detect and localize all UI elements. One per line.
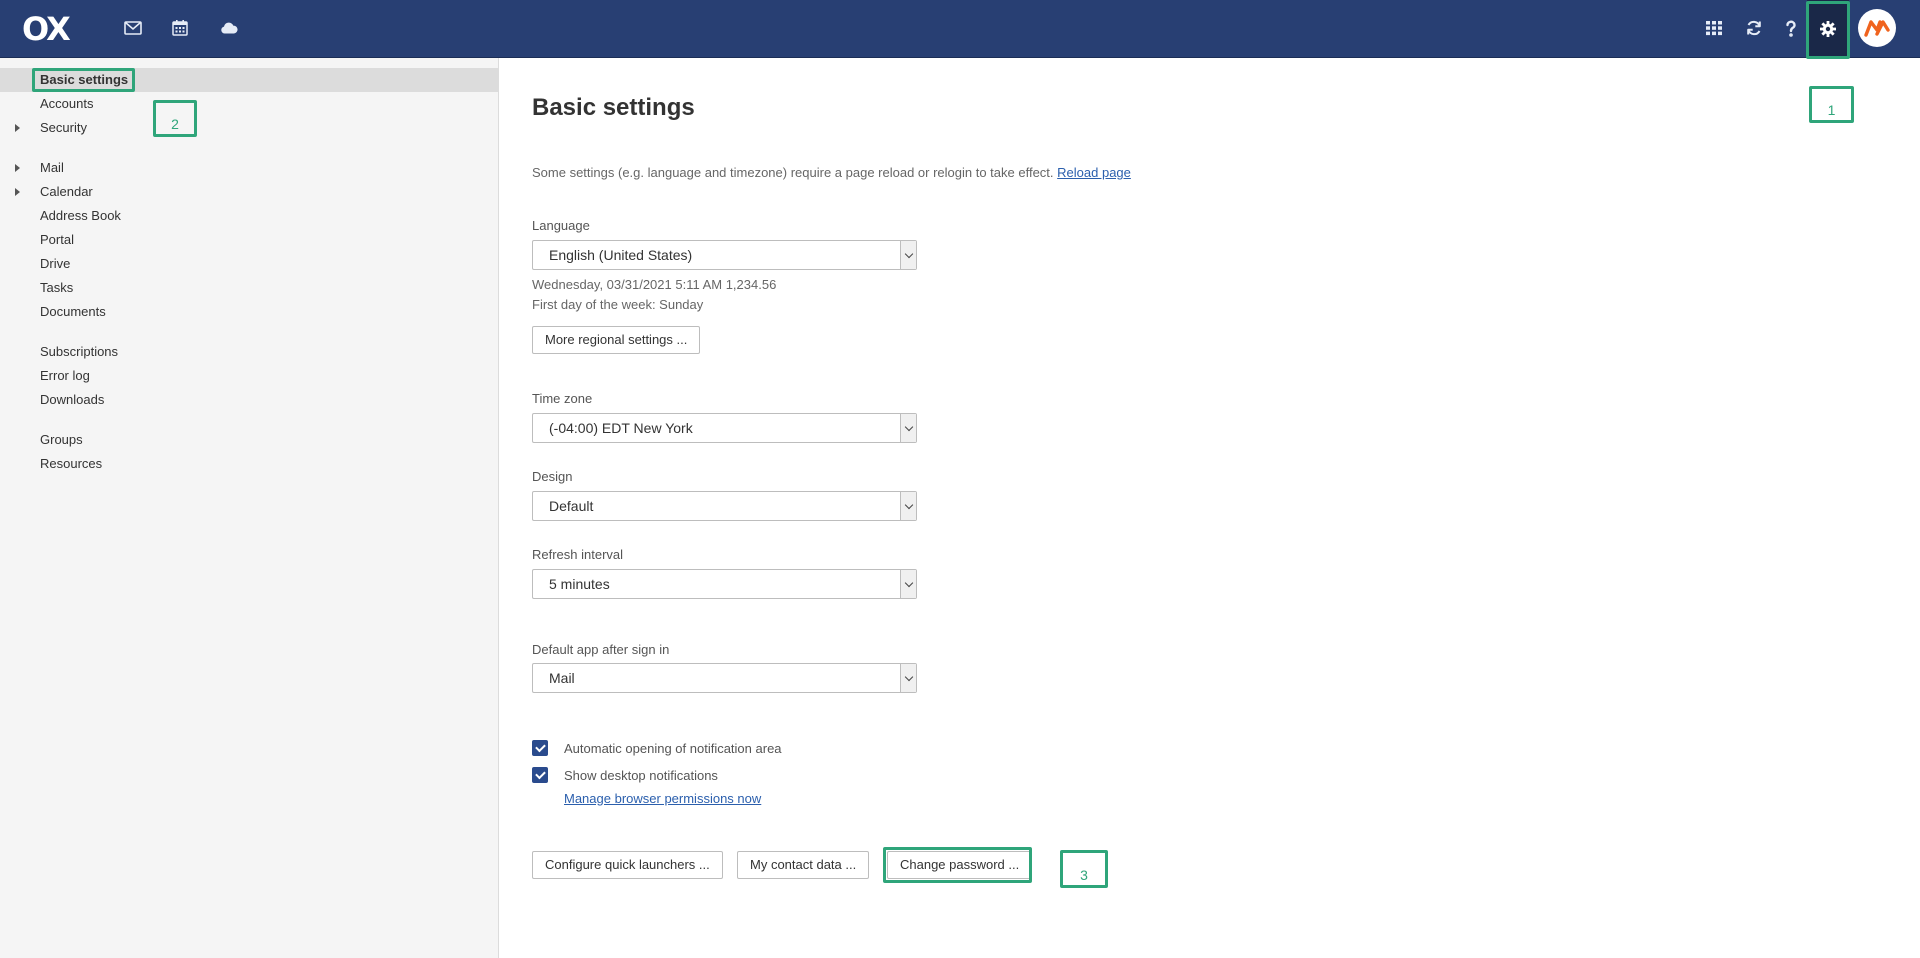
sidebar-item-label: Documents	[40, 304, 106, 319]
language-select[interactable]: English (United States)	[532, 240, 917, 270]
sidebar-item-label: Accounts	[40, 96, 94, 111]
annotation-label-3: 3	[1060, 850, 1108, 888]
design-select-value: Default	[549, 498, 594, 514]
chevron-down-icon	[900, 241, 916, 269]
top-bar: OX	[0, 0, 1920, 58]
design-select[interactable]: Default	[532, 491, 917, 521]
expand-caret-icon[interactable]	[15, 188, 20, 196]
default-app-select-value: Mail	[549, 670, 575, 686]
sidebar-item-label: Groups	[40, 432, 83, 447]
sidebar-item-label: Subscriptions	[40, 344, 119, 359]
cloud-icon[interactable]	[215, 14, 243, 42]
auto-open-notifications-row[interactable]: Automatic opening of notification area	[532, 738, 782, 758]
my-contact-data-button[interactable]: My contact data ...	[737, 851, 870, 879]
apps-grid-icon[interactable]	[1700, 14, 1728, 42]
sidebar-item-label: Drive	[40, 256, 71, 271]
sidebar-item-mail[interactable]: Mail	[0, 156, 499, 180]
week-start-info: First day of the week: Sunday	[532, 297, 704, 312]
sidebar-item-calendar[interactable]: Calendar	[0, 180, 499, 204]
brand-logo-icon	[1864, 20, 1890, 37]
help-icon[interactable]	[1777, 14, 1805, 42]
sidebar-item-portal[interactable]: Portal	[0, 228, 499, 252]
sidebar-item-label: Address Book	[40, 208, 121, 223]
refresh-interval-select[interactable]: 5 minutes	[532, 569, 917, 599]
sidebar-item-label: Calendar	[40, 184, 93, 199]
language-select-value: English (United States)	[549, 247, 693, 263]
checkbox-label: Show desktop notifications	[564, 767, 718, 783]
annotation-box-basic-settings	[32, 68, 135, 92]
mail-icon[interactable]	[119, 14, 147, 42]
sidebar-item-subscriptions[interactable]: Subscriptions	[0, 340, 499, 364]
chevron-down-icon	[900, 570, 916, 598]
sidebar-item-label: Error log	[40, 368, 90, 383]
calendar-icon[interactable]	[166, 14, 194, 42]
default-app-label: Default app after sign in	[532, 642, 670, 657]
refresh-icon[interactable]	[1740, 14, 1768, 42]
chevron-down-icon	[900, 414, 916, 442]
sidebar-item-drive[interactable]: Drive	[0, 252, 499, 276]
desktop-notifications-row[interactable]: Show desktop notifications	[532, 765, 718, 785]
sidebar-item-accounts[interactable]: Accounts	[0, 92, 499, 116]
checkbox-label: Automatic opening of notification area	[564, 740, 782, 756]
reload-hint: Some settings (e.g. language and timezon…	[532, 165, 1131, 180]
language-label: Language	[532, 218, 590, 233]
timezone-select-value: (-04:00) EDT New York	[549, 420, 693, 436]
annotation-label-1: 1	[1809, 86, 1854, 123]
expand-caret-icon[interactable]	[15, 164, 20, 172]
timezone-label: Time zone	[532, 391, 593, 406]
sidebar-item-label: Resources	[40, 456, 103, 471]
manage-browser-permissions-link[interactable]: Manage browser permissions now	[564, 791, 761, 806]
sidebar-item-error-log[interactable]: Error log	[0, 364, 499, 388]
ox-logo[interactable]: OX	[22, 12, 71, 46]
sidebar-item-label: Downloads	[40, 392, 105, 407]
refresh-interval-select-value: 5 minutes	[549, 576, 610, 592]
settings-sidebar: Basic settings Accounts Security Mail Ca…	[0, 58, 499, 958]
sidebar-item-groups[interactable]: Groups	[0, 428, 499, 452]
more-regional-settings-button[interactable]: More regional settings ...	[532, 326, 701, 354]
annotation-box-change-password	[883, 847, 1032, 883]
expand-caret-icon[interactable]	[15, 124, 20, 132]
sidebar-item-security[interactable]: Security	[0, 116, 499, 140]
annotation-label-2: 2	[153, 100, 197, 137]
sidebar-item-documents[interactable]: Documents	[0, 300, 499, 324]
timezone-select[interactable]: (-04:00) EDT New York	[532, 413, 917, 443]
sidebar-item-resources[interactable]: Resources	[0, 452, 499, 476]
annotation-box-gear	[1806, 1, 1850, 59]
sidebar-item-tasks[interactable]: Tasks	[0, 276, 499, 300]
sidebar-item-label: Mail	[40, 160, 64, 175]
design-label: Design	[532, 469, 573, 484]
chevron-down-icon	[900, 664, 916, 692]
sidebar-item-downloads[interactable]: Downloads	[0, 388, 499, 412]
page-title: Basic settings	[532, 94, 695, 121]
auto-open-notifications-checkbox[interactable]	[532, 740, 548, 756]
sidebar-item-label: Security	[40, 120, 87, 135]
user-avatar[interactable]	[1858, 9, 1896, 47]
sidebar-item-label: Portal	[40, 232, 74, 247]
desktop-notifications-checkbox[interactable]	[532, 767, 548, 783]
reload-hint-text: Some settings (e.g. language and timezon…	[532, 165, 1054, 180]
reload-page-link[interactable]: Reload page	[1057, 165, 1131, 180]
sidebar-item-label: Tasks	[40, 280, 74, 295]
chevron-down-icon	[900, 492, 916, 520]
sidebar-item-address-book[interactable]: Address Book	[0, 204, 499, 228]
configure-quick-launchers-button[interactable]: Configure quick launchers ...	[532, 851, 723, 879]
default-app-select[interactable]: Mail	[532, 663, 917, 693]
refresh-interval-label: Refresh interval	[532, 547, 624, 562]
date-format-preview: Wednesday, 03/31/2021 5:11 AM 1,234.56	[532, 277, 777, 292]
